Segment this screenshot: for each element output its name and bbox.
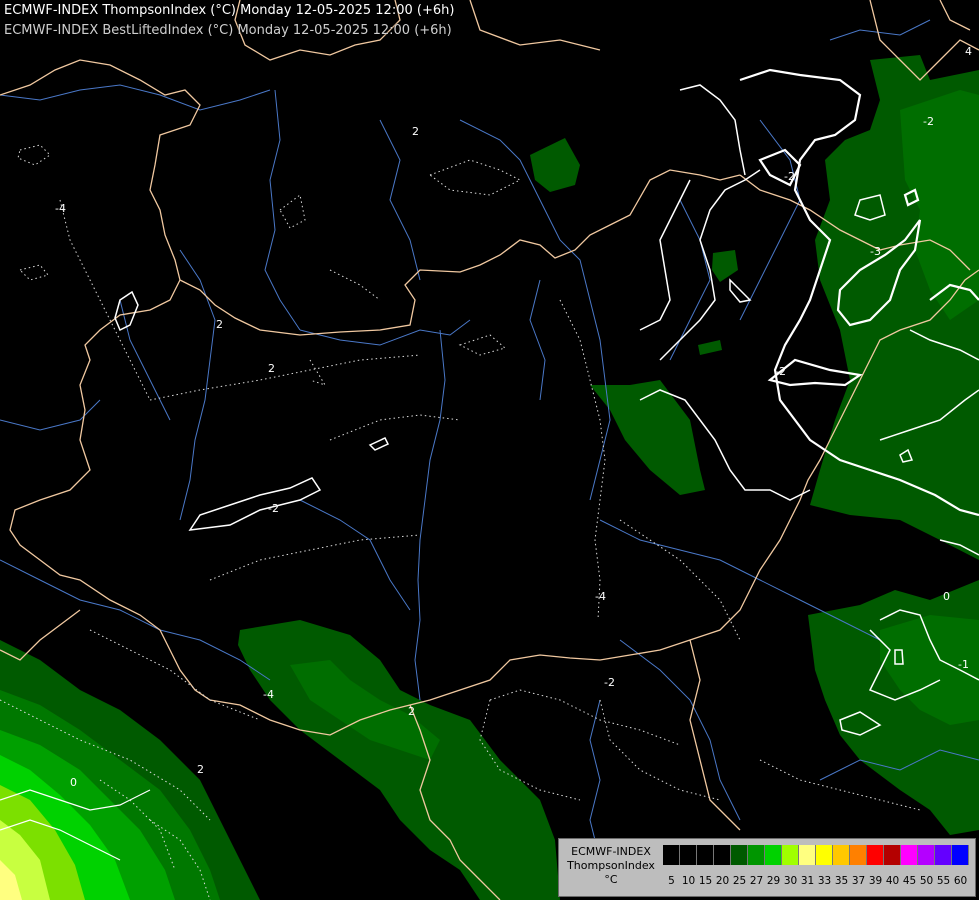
legend-swatch: [663, 845, 680, 865]
legend-swatch: [765, 845, 782, 865]
contour-label: -2: [604, 676, 615, 689]
legend-label: 50: [919, 875, 934, 887]
contour-label: -2: [784, 170, 795, 183]
legend-label: 45: [902, 875, 917, 887]
legend-swatch: [884, 845, 901, 865]
legend-labels: 5 10 15 20 25 27 29 30 31 33 35 37 39 40 45 50 55 60: [663, 875, 969, 887]
legend-label: 31: [800, 875, 815, 887]
legend-label: 25: [732, 875, 747, 887]
contour-label: 2: [216, 318, 223, 331]
legend-label: 15: [698, 875, 713, 887]
legend-swatch: [850, 845, 867, 865]
contour-label: -3: [870, 245, 881, 258]
contour-label: 2: [408, 705, 415, 718]
map-title-secondary: ECMWF-INDEX BestLiftedIndex (°C) Monday …: [4, 23, 452, 38]
legend-label: 40: [885, 875, 900, 887]
legend-label: 35: [834, 875, 849, 887]
legend-swatch: [833, 845, 850, 865]
legend-label: 10: [681, 875, 696, 887]
legend-label: 39: [868, 875, 883, 887]
contour-label: -1: [958, 658, 969, 671]
legend-swatch: [697, 845, 714, 865]
contour-label: -2: [268, 502, 279, 515]
legend-parameter: ThompsonIndex: [567, 859, 655, 872]
contour-label: -4: [263, 688, 274, 701]
legend-swatch: [714, 845, 731, 865]
legend-label: 5: [668, 875, 675, 887]
contour-label: 2: [197, 763, 204, 776]
legend-label: 20: [715, 875, 730, 887]
color-legend: ECMWF-INDEX ThompsonIndex °C 5 10 15 20 25 27…: [558, 838, 976, 897]
legend-label: 60: [953, 875, 968, 887]
legend-label: 37: [851, 875, 866, 887]
legend-swatch: [782, 845, 799, 865]
legend-swatch: [731, 845, 748, 865]
contour-label: 2: [268, 362, 275, 375]
contour-label: -2: [923, 115, 934, 128]
contour-label: -4: [595, 590, 606, 603]
legend-label: 30: [783, 875, 798, 887]
legend-swatch: [748, 845, 765, 865]
weather-map: -2 -2 -3 -2 0 -1 2 2 2 -4 -2 -4 -4 -2 4 …: [0, 0, 979, 900]
legend-label: 29: [766, 875, 781, 887]
legend-caption: ECMWF-INDEX ThompsonIndex °C: [563, 845, 659, 887]
legend-swatches: [663, 845, 969, 865]
legend-label: 33: [817, 875, 832, 887]
legend-swatch: [935, 845, 952, 865]
contour-label: -4: [55, 202, 66, 215]
legend-swatch: [799, 845, 816, 865]
legend-unit: °C: [604, 873, 618, 886]
legend-swatch: [901, 845, 918, 865]
legend-swatch: [867, 845, 884, 865]
legend-swatch: [816, 845, 833, 865]
contour-label: 0: [70, 776, 77, 789]
legend-label: 55: [936, 875, 951, 887]
map-title-primary: ECMWF-INDEX ThompsonIndex (°C) Monday 12…: [4, 3, 455, 18]
legend-swatch: [952, 845, 969, 865]
legend-swatch: [918, 845, 935, 865]
contour-label: 2: [412, 125, 419, 138]
legend-label: 27: [749, 875, 764, 887]
legend-swatch: [680, 845, 697, 865]
legend-model: ECMWF-INDEX: [571, 845, 651, 858]
contour-label: 0: [943, 590, 950, 603]
contour-label: -2: [775, 365, 786, 378]
contour-label: 4: [965, 45, 972, 58]
